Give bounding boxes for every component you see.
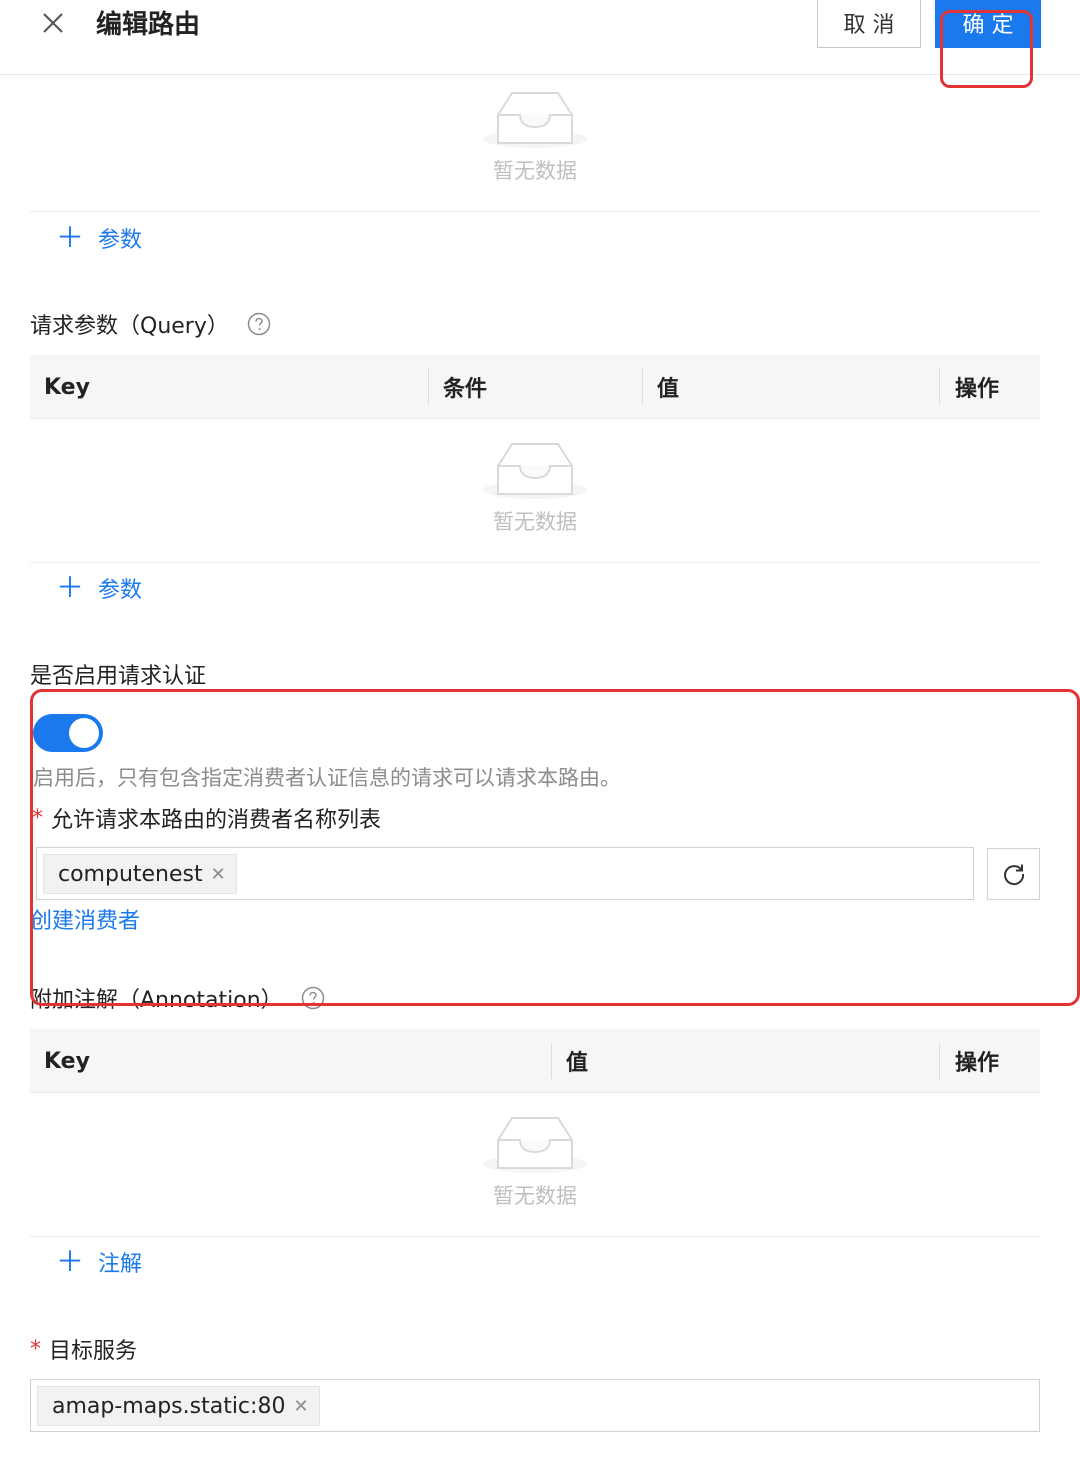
add-header-param-button[interactable]: ＋ 参数	[56, 222, 142, 254]
empty-text: 暂无数据	[493, 1184, 577, 1208]
query-table-header: Key 条件 值 操作	[30, 355, 1040, 419]
plus-icon: ＋	[56, 571, 85, 604]
add-annotation-label: 注解	[98, 1252, 143, 1277]
service-tag: amap-maps.static:80 ✕	[37, 1386, 320, 1426]
column-divider	[551, 1043, 552, 1079]
column-divider	[939, 369, 940, 405]
page-title: 编辑路由	[96, 10, 201, 40]
drawer-header: 编辑路由 取 消 确 定	[0, 0, 1080, 75]
required-mark: *	[30, 1336, 41, 1362]
close-icon[interactable]	[38, 8, 68, 38]
empty-inbox-icon	[483, 443, 587, 499]
plus-icon: ＋	[56, 1245, 85, 1278]
column-header-condition: 条件	[443, 377, 488, 402]
query-params-empty: 暂无数据	[30, 418, 1040, 563]
cancel-button[interactable]: 取 消	[817, 0, 921, 48]
query-section-label: 请求参数（Query）	[30, 308, 271, 340]
empty-inbox-icon	[483, 1117, 587, 1173]
column-header-actions: 操作	[955, 377, 1000, 402]
target-service-label-text: 目标服务	[49, 1339, 138, 1364]
query-label-text: 请求参数（Query）	[30, 314, 229, 339]
column-header-value: 值	[566, 1051, 589, 1076]
service-tag-label: amap-maps.static:80	[52, 1393, 286, 1419]
empty-text: 暂无数据	[493, 510, 577, 534]
add-param-label: 参数	[98, 578, 143, 603]
column-divider	[939, 1043, 940, 1079]
empty-text: 暂无数据	[493, 159, 577, 183]
column-divider	[642, 369, 643, 405]
add-param-label: 参数	[98, 228, 143, 253]
column-header-value: 值	[657, 377, 680, 402]
auth-highlight-box	[30, 689, 1080, 1006]
target-service-select[interactable]: amap-maps.static:80 ✕	[30, 1379, 1040, 1432]
column-header-key: Key	[44, 1048, 90, 1074]
auth-section-label: 是否启用请求认证	[30, 664, 207, 689]
target-service-label: * 目标服务	[30, 1333, 137, 1365]
column-header-key: Key	[44, 374, 90, 400]
annotation-empty: 暂无数据	[30, 1092, 1040, 1237]
add-query-param-button[interactable]: ＋ 参数	[56, 572, 142, 604]
annotation-table-header: Key 值 操作	[30, 1029, 1040, 1093]
header-params-empty: 暂无数据	[30, 67, 1040, 212]
help-icon[interactable]	[247, 312, 271, 336]
add-annotation-button[interactable]: ＋ 注解	[56, 1246, 142, 1278]
plus-icon: ＋	[56, 221, 85, 254]
empty-inbox-icon	[483, 92, 587, 148]
column-divider	[428, 369, 429, 405]
remove-tag-icon[interactable]: ✕	[293, 1396, 308, 1417]
column-header-actions: 操作	[955, 1051, 1000, 1076]
